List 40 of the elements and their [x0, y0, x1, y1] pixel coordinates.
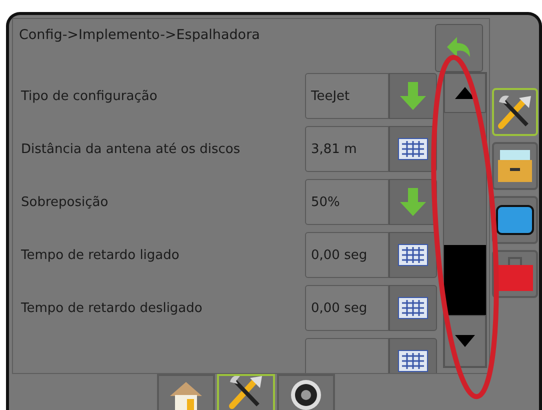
screen-icon	[496, 205, 534, 235]
value-field[interactable]: 0,00 seg	[305, 285, 389, 331]
scroll-thumb[interactable]	[444, 245, 486, 315]
setting-label: Tipo de configuração	[20, 88, 158, 104]
value-field[interactable]: 3,81 m	[305, 126, 389, 172]
screen-tab[interactable]	[492, 196, 538, 244]
home-tab[interactable]	[156, 374, 214, 410]
keypad-button[interactable]	[389, 232, 437, 278]
keyboard-icon	[398, 138, 428, 160]
tools-tab[interactable]	[216, 374, 274, 410]
setting-label: Distância da antena até os discos	[20, 142, 242, 156]
house-icon	[168, 380, 204, 410]
toolbox-icon	[496, 256, 534, 292]
breadcrumb: Config->Implemento->Espalhadora	[19, 26, 260, 45]
keyboard-icon	[398, 297, 428, 319]
back-button[interactable]	[435, 24, 483, 72]
keypad-button[interactable]	[389, 338, 437, 373]
down-triangle-icon	[455, 335, 475, 347]
setting-label: Tempo de retardo desligado	[20, 300, 204, 316]
tools-tab[interactable]	[492, 88, 538, 136]
value-field[interactable]	[305, 338, 389, 373]
drawer-tab[interactable]	[492, 142, 538, 190]
value-field[interactable]: 0,00 seg	[305, 232, 389, 278]
keypad-button[interactable]	[389, 126, 437, 172]
up-triangle-icon	[455, 87, 475, 99]
dropdown-button[interactable]	[389, 179, 437, 225]
dropdown-button[interactable]	[389, 73, 437, 119]
keypad-button[interactable]	[389, 285, 437, 331]
scrollbar[interactable]	[443, 72, 487, 368]
gauge-tab[interactable]	[276, 374, 334, 410]
setting-label: Sobreposição	[20, 194, 110, 210]
drawer-icon	[496, 148, 534, 184]
down-arrow-icon	[400, 82, 426, 110]
value-field[interactable]: 50%	[305, 179, 389, 225]
setting-label: Tempo de retardo ligado	[20, 248, 180, 262]
keyboard-icon	[398, 244, 428, 266]
gauge-icon	[288, 378, 322, 410]
keyboard-icon	[398, 350, 428, 372]
value-field[interactable]: TeeJet	[305, 73, 389, 119]
down-arrow-icon	[400, 188, 426, 216]
